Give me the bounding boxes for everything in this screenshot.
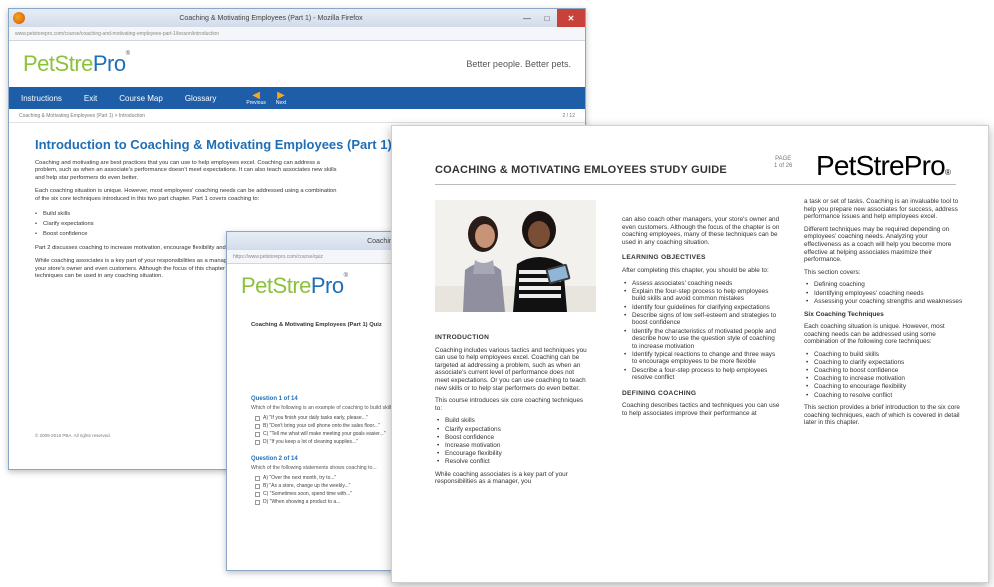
study-guide-page: COACHING & MOTIVATING EMLOYEES STUDY GUI… (391, 125, 989, 583)
section-heading: LEARNING OBJECTIVES (622, 254, 706, 262)
list-item: Describe signs of low self-esteem and st… (622, 312, 780, 327)
maximize-icon[interactable]: □ (537, 9, 557, 27)
list-item: Identify typical reactions to change and… (622, 351, 780, 366)
checkbox-icon[interactable] (255, 499, 260, 505)
list-item: Increase motivation (435, 442, 590, 450)
bullet-list: Defining coaching Identifying employees'… (804, 281, 966, 305)
checkbox-icon[interactable] (255, 415, 260, 421)
course-navbar: Instructions Exit Course Map Glossary ◀ P… (9, 87, 585, 109)
close-icon[interactable]: ✕ (557, 9, 585, 27)
arrow-right-icon: ▶ (277, 89, 285, 101)
bullet-list: Assess associates' coaching needs Explai… (622, 280, 780, 382)
guide-paragraph: This section covers: (804, 268, 861, 276)
list-item: Describe a four-step process to help emp… (622, 367, 780, 382)
url-text: https://www.petstorepro.com/course/quiz (233, 253, 324, 260)
guide-column-1: INTRODUCTION Coaching includes various t… (435, 326, 590, 491)
list-item: Clarify expectations (35, 219, 339, 229)
page-count: 2 / 12 (562, 112, 575, 119)
petstorepro-logo: PetStrePro® (816, 150, 951, 181)
list-item: Assessing your coaching strengths and we… (804, 298, 966, 306)
page-number: PAGE 1 of 26 (774, 156, 793, 169)
petstorepro-logo: PetStrePro® (241, 273, 348, 298)
guide-paragraph: Each coaching situation is unique. Howev… (804, 322, 945, 346)
tagline: Better people. Better pets. (466, 59, 571, 69)
checkbox-icon[interactable] (255, 475, 260, 481)
breadcrumb: Coaching & Motivating Employees (Part 1)… (19, 112, 146, 119)
lesson-paragraph: Coaching and motivating are best practic… (35, 160, 337, 181)
coaching-photo (435, 200, 596, 312)
list-item: Coaching to encourage flexibility (804, 383, 966, 391)
arrow-left-icon: ◀ (252, 89, 260, 101)
list-item: Build skills (35, 209, 339, 219)
petstorepro-logo: PetStrePro® (23, 51, 130, 76)
copyright-footer: © 2009-2016 PBA. All rights reserved. (35, 433, 111, 438)
list-item: Coaching to clarify expectations (804, 359, 966, 367)
list-item: Build skills (435, 417, 590, 425)
checkbox-icon[interactable] (255, 491, 260, 497)
guide-column-2: can also coach other managers, your stor… (622, 216, 780, 423)
bullet-list: Build skills Clarify expectations Boost … (435, 417, 590, 466)
section-heading: DEFINING COACHING (622, 389, 697, 397)
nav-glossary[interactable]: Glossary (185, 94, 217, 103)
list-item: Identify four guidelines for clarifying … (622, 304, 780, 312)
window-titlebar: Coaching & Motivating Employees (Part 1)… (9, 9, 585, 27)
checkbox-icon[interactable] (255, 439, 260, 445)
nav-exit[interactable]: Exit (84, 94, 97, 103)
nav-instructions[interactable]: Instructions (21, 94, 62, 103)
list-item: Assess associates' coaching needs (622, 280, 780, 288)
guide-paragraph: After completing this chapter, you shoul… (622, 266, 769, 274)
guide-paragraph: This section provides a brief introducti… (804, 404, 960, 427)
guide-paragraph: Coaching describes tactics and technique… (622, 402, 780, 418)
list-item: Coaching to boost confidence (804, 367, 966, 375)
url-text: www.petstorepro.com/course/coaching-and-… (15, 30, 219, 37)
section-heading: Six Coaching Techniques (804, 311, 884, 319)
list-item: Encourage flexibility (435, 450, 590, 458)
checkbox-icon[interactable] (255, 431, 260, 437)
section-heading: INTRODUCTION (435, 334, 490, 341)
breadcrumb-row: Coaching & Motivating Employees (Part 1)… (9, 109, 585, 123)
guide-paragraph: While coaching associates is a key part … (435, 470, 568, 486)
list-item: Coaching to resolve conflict (804, 392, 966, 400)
window-title: Coaching & Motivating Employees (Part 1)… (179, 14, 363, 22)
previous-button[interactable]: ◀ Previous (246, 89, 265, 106)
list-item: Identifying employees' coaching needs (804, 290, 966, 298)
list-item: Coaching to build skills (804, 351, 966, 359)
guide-paragraph: a task or set of tasks. Coaching is an i… (804, 198, 959, 221)
guide-column-3: a task or set of tasks. Coaching is an i… (804, 198, 966, 432)
header: PetStrePro® Better people. Better pets. (9, 41, 585, 87)
guide-title: COACHING & MOTIVATING EMLOYEES STUDY GUI… (435, 164, 727, 176)
screenshot-stage: Coaching & Motivating Employees (Part 1)… (0, 0, 994, 587)
divider (435, 184, 956, 185)
list-item: Boost confidence (435, 434, 590, 442)
checkbox-icon[interactable] (255, 423, 260, 429)
guide-paragraph: can also coach other managers, your stor… (622, 216, 780, 246)
checkbox-icon[interactable] (255, 483, 260, 489)
lesson-paragraph: Each coaching situation is unique. Howev… (35, 188, 337, 202)
list-item: Clarify expectations (435, 426, 590, 434)
guide-paragraph: Different techniques may be required dep… (804, 225, 952, 264)
firefox-icon (13, 12, 25, 24)
list-item: Identify the characteristics of motivate… (622, 328, 780, 351)
guide-paragraph: Coaching includes various tactics and te… (435, 346, 587, 392)
next-button[interactable]: ▶ Next (276, 89, 286, 106)
guide-paragraph: This course introduces six core coaching… (435, 397, 584, 412)
nav-course-map[interactable]: Course Map (119, 94, 163, 103)
list-item: Coaching to increase motivation (804, 375, 966, 383)
list-item: Explain the four-step process to help em… (622, 288, 780, 303)
minimize-icon[interactable]: — (517, 9, 537, 27)
bullet-list: Coaching to build skills Coaching to cla… (804, 351, 966, 400)
list-item: Defining coaching (804, 281, 966, 289)
address-bar[interactable]: www.petstorepro.com/course/coaching-and-… (9, 27, 585, 41)
list-item: Resolve conflict (435, 458, 590, 466)
